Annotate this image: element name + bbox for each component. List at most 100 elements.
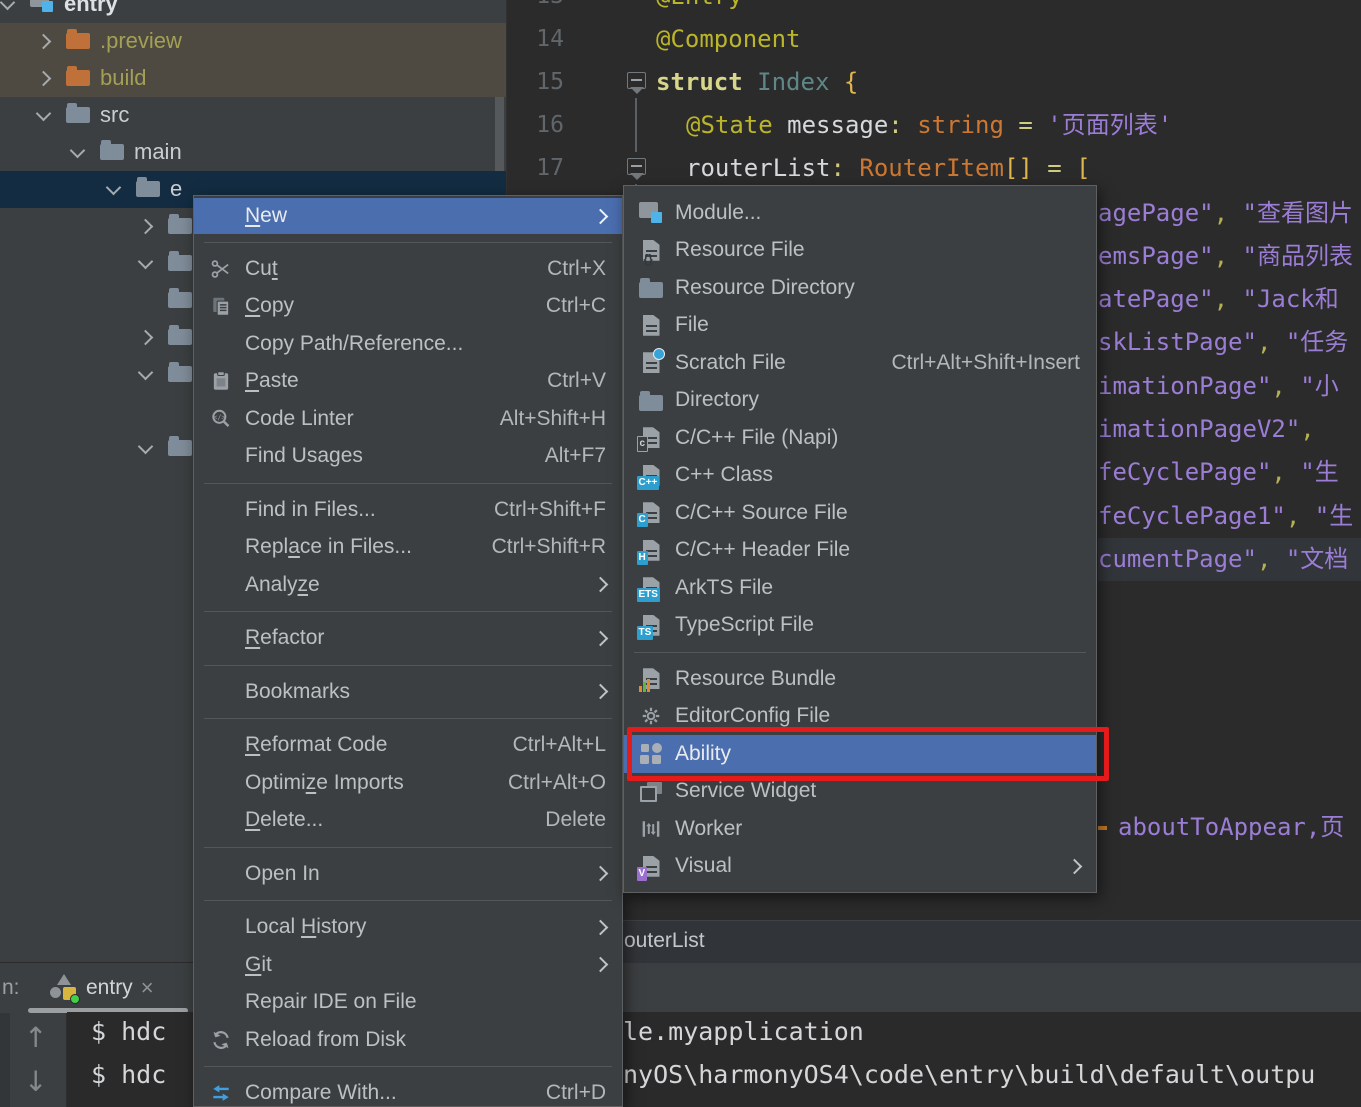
file-badge-icon: ETS	[636, 577, 666, 603]
submenu-item-scratch-file[interactable]: Scratch File Ctrl+Alt+Shift+Insert	[624, 344, 1096, 382]
run-tab-entry[interactable]: entry ×	[50, 968, 154, 1008]
tree-row-preview[interactable]: .preview	[0, 23, 506, 60]
chevron-expanded-icon[interactable]	[137, 438, 154, 455]
close-icon[interactable]: ×	[141, 977, 154, 999]
chevron-expanded-icon[interactable]	[0, 0, 16, 11]
file-badge-icon: C++	[636, 464, 660, 490]
scissors-icon	[206, 258, 236, 280]
chevron-right-icon	[592, 865, 609, 882]
context-menu-item-reformat-code[interactable]: Reformat Code Ctrl+Alt+L	[194, 727, 622, 765]
context-menu-item-cut[interactable]: Cut Ctrl+X	[194, 250, 622, 288]
tree-row-entry[interactable]: entry	[0, 0, 506, 23]
chevron-expanded-icon[interactable]	[105, 179, 122, 196]
submenu-item-cpp-class[interactable]: C++ C++ Class	[624, 457, 1096, 495]
file-braces-icon: {}	[636, 239, 666, 265]
menu-item-label: Resource File	[675, 238, 805, 262]
context-menu-item-replace-in-files[interactable]: Replace in Files... Ctrl+Shift+R	[194, 529, 622, 567]
scroll-down-button[interactable]: ↓	[24, 1065, 47, 1098]
code-fragment: agePage", "查看图片	[1098, 199, 1353, 227]
file-icon	[642, 314, 660, 336]
scroll-up-button[interactable]: ↑	[24, 1021, 47, 1054]
submenu-item-ability[interactable]: Ability	[624, 735, 1096, 773]
context-menu-item-git[interactable]: Git	[194, 946, 622, 984]
context-menu-item-paste[interactable]: Paste Ctrl+V	[194, 363, 622, 401]
submenu-item-service-widget[interactable]: Service Widget	[624, 773, 1096, 811]
menu-separator	[194, 1059, 622, 1075]
context-menu-item-open-in[interactable]: Open In	[194, 855, 622, 893]
submenu-item-c-header-file[interactable]: H C/C++ Header File	[624, 532, 1096, 570]
tree-row-main[interactable]: main	[0, 134, 506, 171]
chevron-expanded-icon[interactable]	[69, 142, 86, 159]
context-menu-item-refactor[interactable]: Refactor	[194, 620, 622, 658]
context-menu-item-compare-with[interactable]: Compare With... Ctrl+D	[194, 1075, 622, 1107]
menu-item-label: Ability	[675, 741, 732, 765]
chevron-expanded-icon[interactable]	[137, 364, 154, 381]
breadcrumb[interactable]: outerList	[624, 929, 705, 953]
submenu-item-directory[interactable]: Directory	[624, 382, 1096, 420]
context-menu-item-optimize-imports[interactable]: Optimize Imports Ctrl+Alt+O	[194, 764, 622, 802]
submenu-item-cpp-file-napi[interactable]: c C/C++ File (Napi)	[624, 419, 1096, 457]
line-number: 13	[506, 0, 564, 18]
context-menu-item-delete[interactable]: Delete... Delete	[194, 802, 622, 840]
submenu-item-file[interactable]: File	[624, 307, 1096, 345]
menu-item-label: C/C++ Source File	[675, 500, 848, 524]
context-menu-item-copy-path-reference[interactable]: Copy Path/Reference...	[194, 325, 622, 363]
folder-orange-icon	[66, 65, 90, 91]
context-menu-item-find-usages[interactable]: Find Usages Alt+F7	[194, 438, 622, 476]
fold-marker-icon[interactable]	[627, 158, 646, 180]
submenu-item-resource-file[interactable]: {} Resource File	[624, 232, 1096, 270]
chevron-collapsed-icon[interactable]	[35, 33, 52, 50]
gear-icon	[640, 705, 662, 727]
submenu-item-typescript-file[interactable]: TS TypeScript File	[624, 607, 1096, 645]
context-menu-item-new[interactable]: New	[194, 198, 622, 234]
code-fragment: feCyclePage1", "生	[1098, 502, 1354, 530]
context-menu-item-code-linter[interactable]: </> Code Linter Alt+Shift+H	[194, 400, 622, 438]
menu-item-label: Scratch File	[675, 350, 786, 374]
menu-item-label: Reformat Code	[245, 733, 388, 757]
menu-item-label: Replace in Files...	[245, 535, 412, 559]
fold-range-line	[635, 98, 637, 152]
gear-icon	[636, 705, 666, 727]
svg-text:</>: </>	[213, 413, 225, 421]
tree-row-build[interactable]: build	[0, 60, 506, 97]
submenu-item-module[interactable]: Module...	[624, 194, 1096, 232]
submenu-item-arkts-file[interactable]: ETS ArkTS File	[624, 569, 1096, 607]
context-menu-item-local-history[interactable]: Local History	[194, 909, 622, 947]
folder-icon	[66, 102, 90, 123]
context-menu-item-find-in-files[interactable]: Find in Files... Ctrl+Shift+F	[194, 491, 622, 529]
submenu-item-visual[interactable]: V Visual	[624, 848, 1096, 886]
context-menu-item-analyze[interactable]: Analyze	[194, 566, 622, 604]
code-line: routerList: RouterItem[] = [	[686, 154, 1091, 182]
paste-icon	[210, 370, 232, 392]
submenu-item-resource-directory[interactable]: Resource Directory	[624, 269, 1096, 307]
file-bars-icon	[638, 668, 660, 693]
submenu-item-c-source-file[interactable]: C C/C++ Source File	[624, 494, 1096, 532]
submenu-item-worker[interactable]: Worker	[624, 810, 1096, 848]
chevron-right-icon	[592, 208, 609, 224]
chevron-collapsed-icon[interactable]	[137, 329, 154, 346]
chevron-expanded-icon[interactable]	[137, 253, 154, 270]
menu-item-label: Worker	[675, 816, 743, 840]
submenu-item-editorconfig-file[interactable]: EditorConfig File	[624, 698, 1096, 736]
menu-item-shortcut: Ctrl+Shift+F	[493, 497, 606, 521]
worker-icon	[636, 818, 666, 840]
module-icon	[636, 202, 666, 224]
code-fragment: cumentPage", "文档	[1098, 545, 1349, 573]
folder-orange-icon	[66, 28, 90, 54]
context-menu-item-repair-ide-on-file[interactable]: Repair IDE on File	[194, 984, 622, 1022]
chevron-collapsed-icon[interactable]	[35, 70, 52, 87]
context-menu-item-bookmarks[interactable]: Bookmarks	[194, 673, 622, 711]
file-clock-icon	[636, 348, 666, 374]
context-menu-item-reload-from-disk[interactable]: Reload from Disk	[194, 1021, 622, 1059]
fold-marker-icon[interactable]	[627, 72, 646, 94]
tree-row-src[interactable]: src	[0, 97, 506, 134]
chevron-expanded-icon[interactable]	[35, 105, 52, 122]
menu-item-label: ArkTS File	[675, 575, 774, 599]
file-braces-icon: {}	[642, 239, 660, 265]
menu-separator	[194, 839, 622, 855]
chevron-collapsed-icon[interactable]	[137, 218, 154, 235]
submenu-item-resource-bundle[interactable]: Resource Bundle	[624, 660, 1096, 698]
file-badge-icon: ETS	[636, 577, 660, 603]
context-menu-item-copy[interactable]: Copy Ctrl+C	[194, 288, 622, 326]
code-line: @Component	[656, 25, 801, 53]
